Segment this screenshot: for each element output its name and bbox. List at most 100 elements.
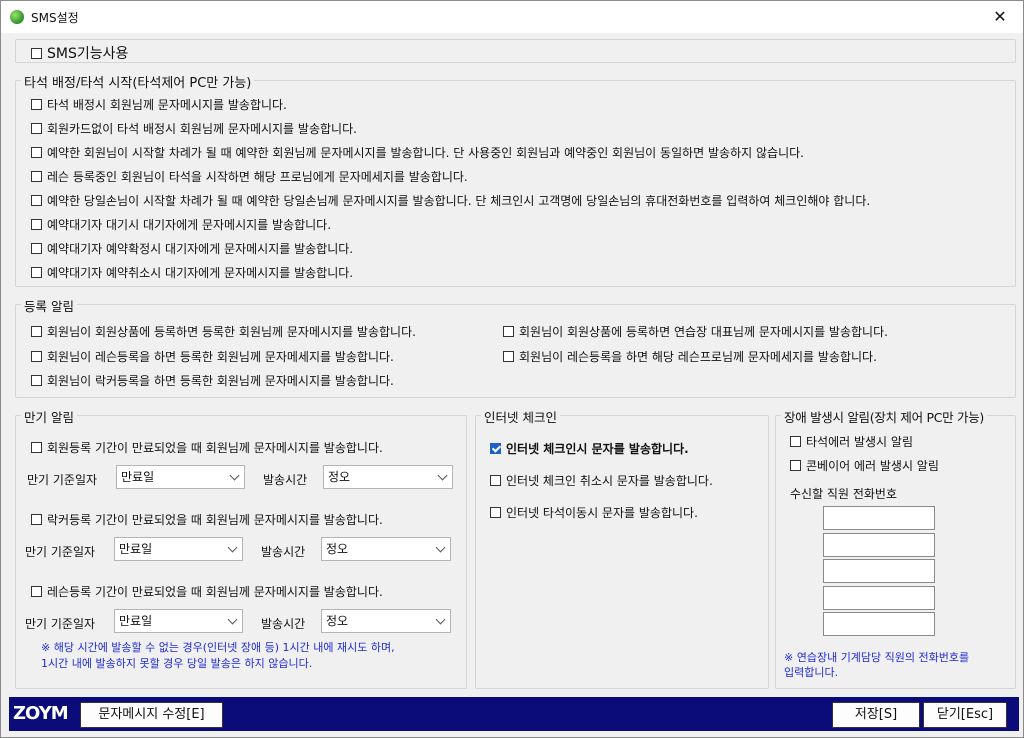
- bay-option-6[interactable]: 예약대기자 대기시 대기자에게 문자메시지를 발송합니다.: [31, 216, 331, 233]
- expiry-time-select-3[interactable]: 정오: [321, 609, 451, 633]
- registration-left-option-1-label: 회원님이 회원상품에 등록하면 등록한 회원님께 문자메시지를 발송합니다.: [47, 325, 416, 339]
- expiry-time-select-3-value: 정오: [326, 614, 349, 628]
- checkbox-box[interactable]: [31, 442, 42, 453]
- expiry-option-3[interactable]: 레슨등록 기간이 만료되었을 때 회원님께 문자메시지를 발송합니다.: [31, 583, 383, 600]
- registration-left-option-2[interactable]: 회원님이 레슨등록을 하면 등록한 회원님께 문자메세지를 발송합니다.: [31, 348, 394, 365]
- bay-group-legend: 타석 배정/타석 시작(타석제어 PC만 가능): [21, 72, 255, 91]
- checkbox-box[interactable]: [31, 514, 42, 525]
- expiry-time-select-1[interactable]: 정오: [323, 465, 453, 489]
- checkbox-box[interactable]: [31, 219, 42, 230]
- phone-input-1[interactable]: [823, 506, 935, 530]
- fault-note-line1: ※ 연습장내 기계담당 직원의 전화번호를: [784, 651, 970, 664]
- checkin-option-1[interactable]: 인터넷 체크인시 문자를 발송합니다.: [490, 440, 689, 457]
- expiry-date-select-1[interactable]: 만료일: [116, 465, 245, 489]
- fault-option-2[interactable]: 콘베이어 에러 발생시 알림: [790, 457, 939, 474]
- checkbox-box[interactable]: [31, 195, 42, 206]
- chevron-down-icon: [227, 542, 238, 553]
- chevron-down-icon: [435, 614, 446, 625]
- checkin-option-2-label: 인터넷 체크인 취소시 문자를 발송합니다.: [506, 474, 713, 488]
- registration-left-option-3-label: 회원님이 락커등록을 하면 등록한 회원님께 문자메시지를 발송합니다.: [47, 374, 394, 388]
- bay-option-2[interactable]: 회원카드없이 타석 배정시 회원님께 문자메시지를 발송합니다.: [31, 120, 357, 137]
- expiry-time-select-2[interactable]: 정오: [321, 537, 451, 561]
- checkbox-box[interactable]: [31, 99, 42, 110]
- checkbox-box[interactable]: [503, 326, 514, 337]
- save-button[interactable]: 저장[S]: [832, 702, 920, 728]
- expiry-time-label-2: 발송시간: [261, 545, 306, 559]
- expiry-date-select-2[interactable]: 만료일: [114, 537, 243, 561]
- expiry-note-line1: ※ 해당 시간에 발송할 수 없는 경우(인터넷 장애 등) 1시간 내에 재시…: [41, 641, 395, 654]
- bay-option-5[interactable]: 예약한 당일손님이 시작할 차례가 될 때 예약한 당일손님께 문자메시지를 발…: [31, 192, 870, 209]
- checkbox-box[interactable]: [790, 460, 801, 471]
- expiry-date-select-2-value: 만료일: [119, 542, 153, 556]
- bay-option-8[interactable]: 예약대기자 예약취소시 대기자에게 문자메시지를 발송합니다.: [31, 264, 353, 281]
- chevron-down-icon: [227, 614, 238, 625]
- sms-enable-label: SMS기능사용: [47, 46, 129, 62]
- expiry-date-label-1: 만기 기준일자: [27, 473, 98, 487]
- fault-note-line2: 입력합니다.: [784, 666, 839, 679]
- checkbox-box[interactable]: [490, 475, 501, 486]
- expiry-time-label-3: 발송시간: [261, 617, 306, 631]
- expiry-date-label-3: 만기 기준일자: [25, 617, 96, 631]
- sms-enable-group: [15, 39, 1016, 63]
- bay-option-3[interactable]: 예약한 회원님이 시작할 차례가 될 때 예약한 회원님께 문자메시지를 발송합…: [31, 144, 804, 161]
- registration-right-option-1[interactable]: 회원님이 회원상품에 등록하면 연습장 대표님께 문자메시지를 발송합니다.: [503, 323, 888, 340]
- expiry-time-select-2-value: 정오: [326, 542, 349, 556]
- checkin-option-2[interactable]: 인터넷 체크인 취소시 문자를 발송합니다.: [490, 472, 713, 489]
- checkin-option-3-label: 인터넷 타석이동시 문자를 발송합니다.: [506, 506, 698, 520]
- checkbox-box[interactable]: [31, 375, 42, 386]
- zoym-logo: ZOYM: [13, 703, 69, 724]
- bay-option-7[interactable]: 예약대기자 예약확정시 대기자에게 문자메시지를 발송합니다.: [31, 240, 353, 257]
- fault-option-2-label: 콘베이어 에러 발생시 알림: [806, 459, 939, 473]
- phone-input-4[interactable]: [823, 585, 935, 610]
- checkbox-box[interactable]: [31, 326, 42, 337]
- checkbox-box[interactable]: [31, 586, 42, 597]
- checkbox-box[interactable]: [31, 47, 42, 59]
- fault-option-1[interactable]: 타석에러 발생시 알림: [790, 433, 913, 450]
- fault-group-legend: 장애 발생시 알림(장치 제어 PC만 가능): [781, 407, 987, 426]
- phone-input-2[interactable]: [823, 532, 935, 557]
- sms-enable-checkbox[interactable]: SMS기능사용: [31, 43, 128, 63]
- window-title: SMS설정: [31, 11, 79, 25]
- bay-option-1[interactable]: 타석 배정시 회원님께 문자메시지를 발송합니다.: [31, 96, 287, 113]
- expiry-option-2[interactable]: 락커등록 기간이 만료되었을 때 회원님께 문자메시지를 발송합니다.: [31, 511, 383, 528]
- phone-input-3[interactable]: [823, 559, 935, 583]
- bay-option-8-label: 예약대기자 예약취소시 대기자에게 문자메시지를 발송합니다.: [47, 266, 354, 280]
- checkbox-box[interactable]: [503, 350, 514, 362]
- expiry-note-line2: 1시간 내에 발송하지 못할 경우 당일 발송은 하지 않습니다.: [41, 657, 313, 670]
- sms-settings-window: SMS설정 ✕ SMS기능사용 타석 배정/타석 시작(타석제어 PC만 가능)…: [0, 0, 1024, 738]
- checkbox-box[interactable]: [490, 507, 501, 518]
- chevron-down-icon: [437, 470, 448, 481]
- registration-right-option-2-label: 회원님이 레슨등록을 하면 해당 레슨프로님께 문자메세지를 발송합니다.: [519, 349, 877, 364]
- expiry-date-select-3[interactable]: 만료일: [114, 609, 243, 633]
- edit-message-button[interactable]: 문자메시지 수정[E]: [80, 702, 223, 728]
- registration-right-option-2[interactable]: 회원님이 레슨등록을 하면 해당 레슨프로님께 문자메세지를 발송합니다.: [503, 348, 877, 365]
- bay-option-6-label: 예약대기자 대기시 대기자에게 문자메시지를 발송합니다.: [47, 218, 332, 232]
- checkbox-box[interactable]: [31, 267, 42, 278]
- checkbox-box[interactable]: [490, 443, 501, 454]
- registration-left-option-3[interactable]: 회원님이 락커등록을 하면 등록한 회원님께 문자메시지를 발송합니다.: [31, 372, 394, 389]
- expiry-option-1-label: 회원등록 기간이 만료되었을 때 회원님께 문자메시지를 발송합니다.: [47, 441, 383, 455]
- bay-option-4[interactable]: 레슨 등록중인 회원님이 타석을 시작하면 해당 프로님에게 문자메세지를 발송…: [31, 168, 468, 185]
- checkbox-box[interactable]: [31, 350, 42, 362]
- expiry-date-label-2: 만기 기준일자: [25, 545, 96, 559]
- expiry-option-1[interactable]: 회원등록 기간이 만료되었을 때 회원님께 문자메시지를 발송합니다.: [31, 439, 383, 456]
- checkbox-box[interactable]: [31, 123, 42, 134]
- checkbox-box[interactable]: [790, 436, 801, 447]
- footer-bar: ZOYM 문자메시지 수정[E] 저장[S] 닫기[Esc]: [9, 697, 1019, 731]
- phone-input-5[interactable]: [823, 612, 935, 636]
- checkbox-box[interactable]: [31, 243, 42, 254]
- checkbox-box[interactable]: [31, 171, 42, 182]
- expiry-option-3-label: 레슨등록 기간이 만료되었을 때 회원님께 문자메시지를 발송합니다.: [47, 585, 383, 599]
- checkbox-box[interactable]: [31, 147, 42, 158]
- bay-option-4-label: 레슨 등록중인 회원님이 타석을 시작하면 해당 프로님에게 문자메세지를 발송…: [47, 170, 468, 184]
- close-button[interactable]: 닫기[Esc]: [923, 702, 1007, 728]
- expiry-time-select-1-value: 정오: [328, 470, 351, 484]
- expiry-date-select-1-value: 만료일: [121, 470, 155, 484]
- registration-left-option-1[interactable]: 회원님이 회원상품에 등록하면 등록한 회원님께 문자메시지를 발송합니다.: [31, 323, 416, 340]
- phone-label: 수신할 직원 전화번호: [790, 487, 897, 501]
- chevron-down-icon: [229, 470, 240, 481]
- close-icon[interactable]: ✕: [977, 1, 1023, 33]
- bay-option-1-label: 타석 배정시 회원님께 문자메시지를 발송합니다.: [47, 98, 287, 112]
- checkin-option-3[interactable]: 인터넷 타석이동시 문자를 발송합니다.: [490, 504, 698, 521]
- chevron-down-icon: [435, 542, 446, 553]
